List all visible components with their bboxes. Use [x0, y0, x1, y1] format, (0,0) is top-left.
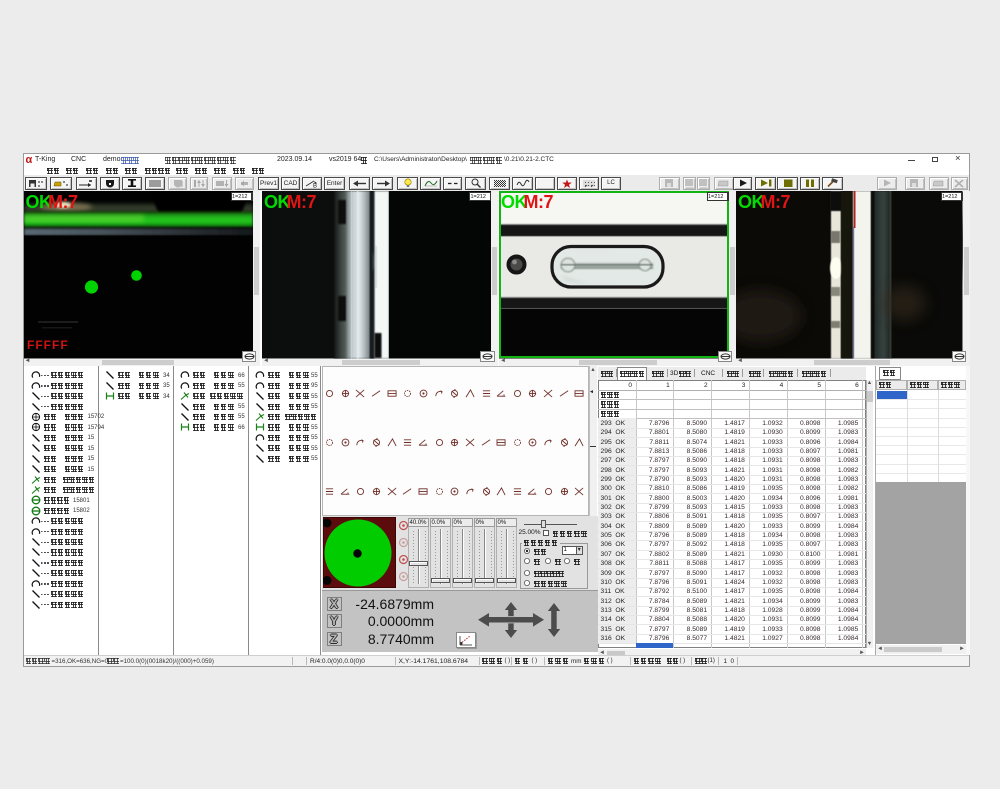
svg-text:A: A — [534, 491, 537, 496]
svg-text:A: A — [503, 393, 506, 398]
svg-text:FFFFF: FFFFF — [27, 338, 69, 352]
svg-text:A: A — [424, 442, 427, 447]
svg-text:A: A — [346, 491, 349, 496]
svg-text:B: B — [313, 183, 317, 188]
